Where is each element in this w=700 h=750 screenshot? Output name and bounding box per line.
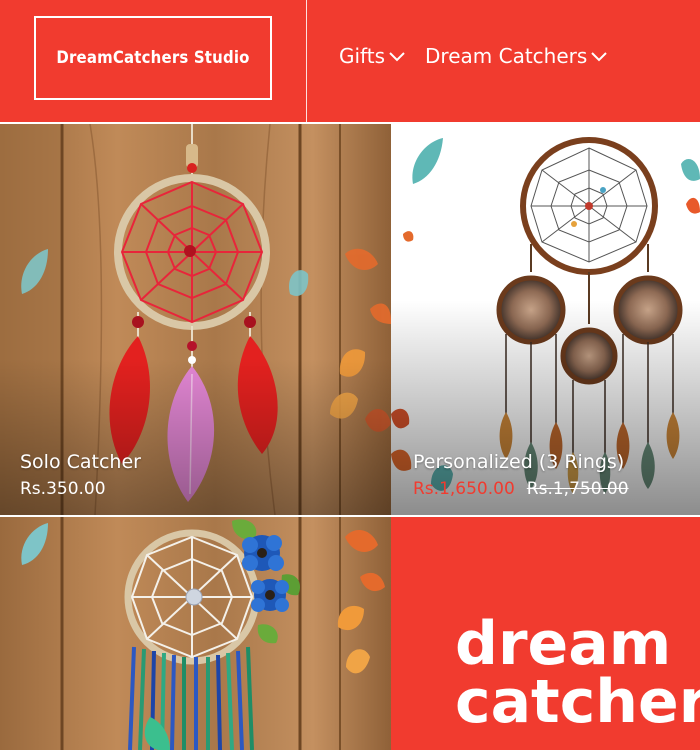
banner-heading: dream catchers [455,609,700,737]
product-name[interactable]: Solo Catcher [20,449,141,475]
nav-item-dream-catchers[interactable]: Dream Catchers [425,44,608,68]
promo-banner[interactable]: dream catchers [391,517,700,750]
nav-item-label: Dream Catchers [425,44,588,68]
banner-line-1: dream [455,609,672,679]
brand-name: DreamCatchers Studio [56,48,250,68]
product-tile-personalized[interactable]: Personalized (3 Rings) Rs.1,650.00 Rs.1,… [391,124,700,515]
brand-logo[interactable]: DreamCatchers Studio [34,16,272,100]
product-regular-price: Rs.1,750.00 [526,479,629,499]
product-price: Rs.350.00 [20,479,106,499]
page: DreamCatchers Studio Gifts Dream Catcher… [0,0,700,750]
nav-item-label: Gifts [339,44,386,68]
product-image [0,517,391,750]
product-tile-solo-catcher[interactable]: Solo Catcher Rs.350.00 [0,124,391,515]
chevron-down-icon [591,52,607,62]
product-caption: Solo Catcher Rs.350.00 [20,449,141,501]
chevron-down-icon [389,52,405,62]
banner-line-2: catchers [455,667,700,737]
main-nav: Gifts Dream Catchers [339,44,608,68]
product-name[interactable]: Personalized (3 Rings) [413,449,629,475]
header-divider [306,0,307,124]
product-caption: Personalized (3 Rings) Rs.1,650.00 Rs.1,… [413,449,629,501]
nav-item-gifts[interactable]: Gifts [339,44,406,68]
price-row: Rs.350.00 [20,477,141,501]
site-header: DreamCatchers Studio Gifts Dream Catcher… [0,0,700,124]
price-row: Rs.1,650.00 Rs.1,750.00 [413,477,629,501]
product-sale-price: Rs.1,650.00 [413,479,515,499]
product-tile-blue-catcher[interactable] [0,517,391,750]
